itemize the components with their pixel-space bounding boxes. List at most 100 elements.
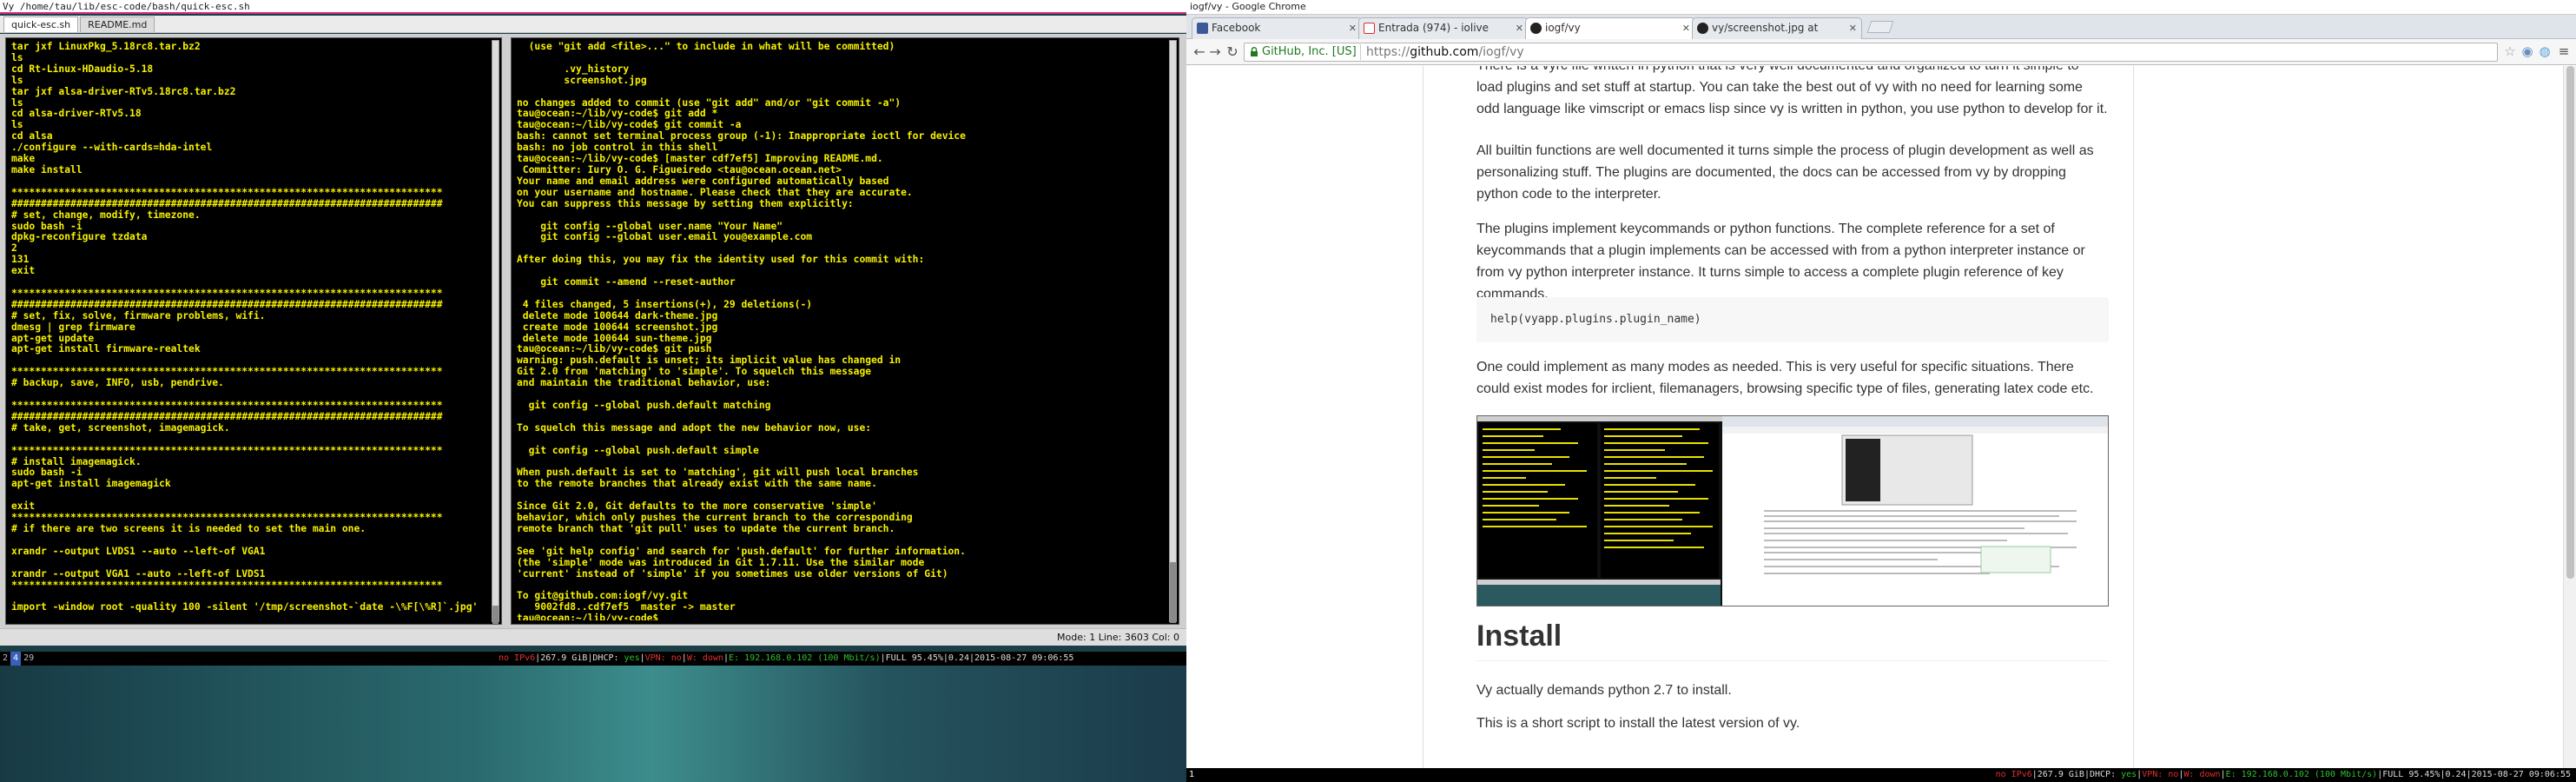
- editor-line: git config --global push.default matchin…: [517, 400, 771, 411]
- workspace-4[interactable]: 4: [10, 652, 22, 666]
- tab-readme[interactable]: README.md: [80, 17, 155, 32]
- reload-icon[interactable]: ↻: [1223, 43, 1242, 62]
- chrome-window-title: iogf/vy - Google Chrome: [1186, 0, 2576, 15]
- editor-line: git commit --amend --reset-author: [517, 276, 736, 288]
- chrome-tab-strip: Facebook ✕ Entrada (974) - iolive ✕ iogf…: [1186, 15, 2576, 40]
- left-pane-text[interactable]: tar jxf LinuxPkg_5.18rc8.tar.bz2 ls cd Rt-…: [11, 42, 489, 620]
- tab-vy-screenshot[interactable]: vy/screenshot.jpg at ✕: [1692, 17, 1862, 39]
- editor-line: ls: [11, 74, 23, 86]
- address-bar[interactable]: GitHub, Inc. [US] https://github.com/iog…: [1244, 43, 2498, 62]
- editor-line: ########################################…: [11, 197, 443, 209]
- editor-line: git config --global user.email you@examp…: [517, 231, 813, 243]
- editor-line: delete mode 100644 dark-theme.jpg: [517, 309, 718, 321]
- editor-line: ****************************************…: [11, 444, 443, 456]
- editor-line: import -window root -quality 100 -silent…: [11, 601, 479, 613]
- left-pane-scrollbar[interactable]: [492, 40, 499, 624]
- editor-line: dpkg-reconfigure tzdata: [11, 231, 148, 243]
- editor-line: After doing this, you may fix the identi…: [517, 254, 925, 266]
- editor-line: to the remote branches that already exis…: [517, 478, 877, 490]
- workspace-29[interactable]: 29: [21, 652, 36, 666]
- tab-quick-esc[interactable]: quick-esc.sh: [3, 17, 79, 32]
- tab-facebook[interactable]: Facebook ✕: [1192, 17, 1362, 39]
- editor-line: make install: [11, 163, 83, 176]
- editor-line: apt-get install firmware-realtek: [11, 343, 201, 355]
- editor-line: # if there are two screens it is needed …: [11, 522, 367, 534]
- editor-line: 4 files changed, 5 insertions(+), 29 del…: [517, 298, 813, 310]
- wm-status-bar-left: 2 4 29 no IPv6|267.9 GiB|DHCP: yes|VPN: no…: [0, 652, 1186, 666]
- vy-tab-bar: quick-esc.sh README.md: [0, 16, 1186, 33]
- tab-vy-screenshot-label: vy/screenshot.jpg at: [1712, 22, 1819, 34]
- vy-panes: tar jxf LinuxPkg_5.18rc8.tar.bz2 ls cd Rt-…: [0, 34, 1186, 628]
- editor-line: ****************************************…: [11, 400, 443, 411]
- editor-line: screenshot.jpg: [517, 74, 647, 86]
- close-icon[interactable]: ✕: [1516, 18, 1523, 38]
- editor-line: make: [11, 153, 36, 165]
- close-icon[interactable]: ✕: [1682, 18, 1690, 38]
- left-pane-scroll-thumb[interactable]: [492, 606, 499, 624]
- tab-facebook-label: Facebook: [1212, 22, 1261, 34]
- editor-line: apt-get install imagemagick: [11, 478, 171, 490]
- paragraph-builtin: All builtin functions are well documente…: [1476, 143, 2094, 202]
- editor-line: (the 'simple' mode was introduced in Git…: [517, 556, 925, 568]
- forward-arrow-icon[interactable]: →: [1205, 43, 1225, 62]
- ev-certificate-badge[interactable]: GitHub, Inc. [US]: [1246, 44, 1361, 60]
- editor-line: ########################################…: [11, 410, 443, 422]
- paragraph-plugins: The plugins implement keycommands or pyt…: [1476, 222, 2085, 302]
- editor-line: tau@ocean:~/lib/vy-code$: [517, 613, 659, 620]
- editor-line: .vy_history: [517, 63, 630, 75]
- lock-icon: [1251, 47, 1258, 56]
- left-editor-pane[interactable]: tar jxf LinuxPkg_5.18rc8.tar.bz2 ls cd Rt-…: [5, 37, 502, 625]
- extension-icon[interactable]: ◍: [2536, 43, 2553, 60]
- tab-gmail-label: Entrada (974) - iolive: [1378, 22, 1489, 34]
- facebook-icon: [1197, 23, 1208, 34]
- editor-line: exit: [11, 265, 36, 277]
- editor-line: Your name and email address were configu…: [517, 175, 889, 187]
- vy-window-title: Vy /home/tau/lib/esc-code/bash/quick-esc…: [0, 0, 1186, 14]
- editor-line: cd alsa-driver-RTv5.18: [11, 108, 142, 120]
- menu-icon[interactable]: ≡: [2555, 43, 2573, 60]
- right-editor-pane[interactable]: (use "git add <file>..." to include in w…: [511, 37, 1179, 625]
- close-icon[interactable]: ✕: [1349, 18, 1357, 38]
- extension-icon[interactable]: ◉: [2519, 43, 2536, 60]
- content-border-right: [2133, 66, 2134, 768]
- tab-gmail[interactable]: Entrada (974) - iolive ✕: [1358, 17, 1529, 39]
- tab-iogf-vy[interactable]: iogf/vy ✕: [1525, 17, 1695, 40]
- install-heading: Install: [1476, 617, 2109, 661]
- editor-line: You can suppress this message by setting…: [517, 197, 854, 209]
- right-pane-scroll-thumb[interactable]: [1170, 562, 1176, 623]
- editor-line: # backup, save, INFO, usb, pendrive.: [11, 377, 224, 389]
- page-scrollbar[interactable]: [2563, 66, 2576, 768]
- bookmark-star-icon[interactable]: ☆: [2501, 43, 2519, 60]
- new-tab-button[interactable]: [1866, 21, 1894, 33]
- vy-screenshot-image[interactable]: [1476, 415, 2109, 606]
- url-text[interactable]: https://github.com/iogf/vy: [1366, 43, 1524, 61]
- editor-line: 2: [11, 242, 17, 255]
- workspace-2[interactable]: 2: [0, 652, 10, 666]
- editor-line: remote branch that 'git pull' uses to up…: [517, 522, 895, 534]
- editor-line: tar jxf alsa-driver-RTv5.18rc8.tar.bz2: [11, 85, 236, 97]
- chrome-toolbar: ← → ↻ GitHub, Inc. [US] https://github.c…: [1186, 39, 2576, 65]
- editor-line: dmesg | grep firmware: [11, 321, 135, 333]
- editor-line: Committer: Iury O. G. Figueiredo <tau@oc…: [517, 163, 842, 176]
- close-icon[interactable]: ✕: [1849, 18, 1857, 38]
- workspace-1[interactable]: 1: [1186, 768, 1197, 782]
- editor-line: ****************************************…: [11, 287, 443, 299]
- tab-iogf-vy-label: iogf/vy: [1545, 22, 1581, 34]
- right-pane-text[interactable]: (use "git add <file>..." to include in w…: [517, 42, 1166, 620]
- right-pane-scrollbar[interactable]: [1169, 40, 1177, 623]
- editor-line: on your username and hostname. Please ch…: [517, 186, 913, 198]
- editor-line: and maintain the traditional behavior, u…: [517, 377, 771, 389]
- editor-line: See 'git help config' and search for 'pu…: [517, 545, 966, 557]
- screen: Vy /home/tau/lib/esc-code/bash/quick-esc…: [0, 0, 2576, 782]
- screenshot-preview: [1477, 416, 2108, 606]
- page-scroll-thumb[interactable]: [2566, 66, 2574, 579]
